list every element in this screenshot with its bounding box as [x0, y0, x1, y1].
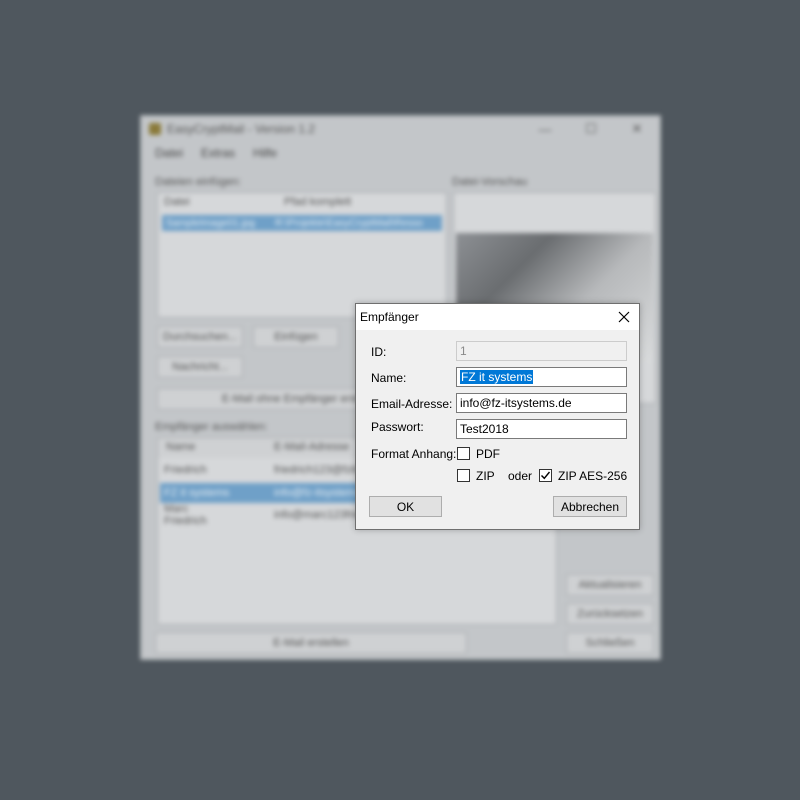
id-value: 1	[460, 344, 467, 358]
recipients-label: Empfänger auswählen:	[155, 421, 268, 433]
message-button[interactable]: Nachricht...	[157, 356, 243, 378]
checkmark-icon	[541, 471, 551, 480]
zip-aes-checkbox[interactable]	[539, 469, 552, 482]
maximize-icon[interactable]: ☐	[568, 116, 614, 142]
name-label: Name:	[371, 371, 407, 385]
file-row[interactable]: SampleImage01.jpg R:\Projekte\EasyCryptM…	[162, 215, 442, 231]
id-field: 1	[456, 341, 627, 361]
app-icon	[149, 123, 161, 135]
menu-hilfe[interactable]: Hilfe	[253, 146, 277, 160]
refresh-button[interactable]: Aktualisieren	[566, 574, 654, 596]
or-text: oder	[508, 469, 533, 483]
preview-label: Datei-Vorschau	[452, 176, 528, 188]
zip-checkbox[interactable]	[457, 469, 470, 482]
close-icon	[618, 311, 630, 323]
zip-aes-label: ZIP AES-256	[558, 469, 628, 483]
reset-button[interactable]: Zurücksetzen	[566, 603, 654, 625]
menubar: Datei Extras Hilfe	[141, 142, 660, 164]
main-window-title: EasyCryptMail - Version 1.2	[167, 122, 316, 136]
recipient-dialog: Empfänger ID: 1 Name: FZ it systems Emai…	[355, 303, 640, 530]
dialog-titlebar: Empfänger	[356, 304, 639, 330]
dialog-close-button[interactable]	[609, 304, 639, 330]
email-label: Email-Adresse:	[371, 397, 453, 411]
name-field[interactable]: FZ it systems	[456, 367, 627, 387]
id-label: ID:	[371, 345, 387, 359]
pdf-checkbox[interactable]	[457, 447, 470, 460]
create-email-button[interactable]: E-Mail erstellen	[155, 632, 467, 654]
files-section-label: Dateien einfügen:	[155, 176, 242, 188]
file-path: R:\Projekte\EasyCryptMail\Resso	[274, 217, 423, 229]
recipient-name: FZ it systems	[164, 487, 230, 499]
email-field[interactable]: info@fz-itsystems.de	[456, 393, 627, 413]
menu-extras[interactable]: Extras	[201, 146, 235, 160]
format-label: Format Anhang:	[371, 447, 457, 461]
file-list[interactable]: Datei Pfad komplett SampleImage01.jpg R:…	[157, 192, 447, 318]
file-list-header: Datei Pfad komplett	[158, 193, 446, 213]
browse-button[interactable]: Durchsuchen...	[157, 326, 243, 348]
insert-button[interactable]: Einfügen	[253, 326, 339, 348]
name-value: FZ it systems	[460, 370, 534, 384]
window-controls: — ☐ ✕	[522, 116, 660, 142]
path-column-header[interactable]: Pfad komplett	[278, 193, 357, 213]
close-button[interactable]: Schließen	[566, 632, 654, 654]
file-column-header[interactable]: Datei	[158, 193, 278, 213]
email-value: info@fz-itsystems.de	[460, 396, 572, 410]
dialog-title: Empfänger	[360, 310, 419, 324]
recipient-name: Friedrich	[164, 464, 207, 476]
minimize-icon[interactable]: —	[522, 116, 568, 142]
file-name: SampleImage01.jpg	[166, 217, 255, 229]
zip-label: ZIP	[476, 469, 495, 483]
recipient-name: Marc Friedrich	[164, 503, 207, 527]
password-label: Passwort:	[371, 420, 424, 434]
name-column-header[interactable]: Name	[158, 438, 266, 458]
email-column-header[interactable]: E-Mail-Adresse	[266, 438, 357, 458]
pdf-label: PDF	[476, 447, 500, 461]
close-icon[interactable]: ✕	[614, 116, 660, 142]
menu-datei[interactable]: Datei	[155, 146, 183, 160]
password-value: Test2018	[460, 422, 509, 436]
cancel-button[interactable]: Abbrechen	[553, 496, 627, 517]
password-field[interactable]: Test2018	[456, 419, 627, 439]
ok-button[interactable]: OK	[369, 496, 442, 517]
